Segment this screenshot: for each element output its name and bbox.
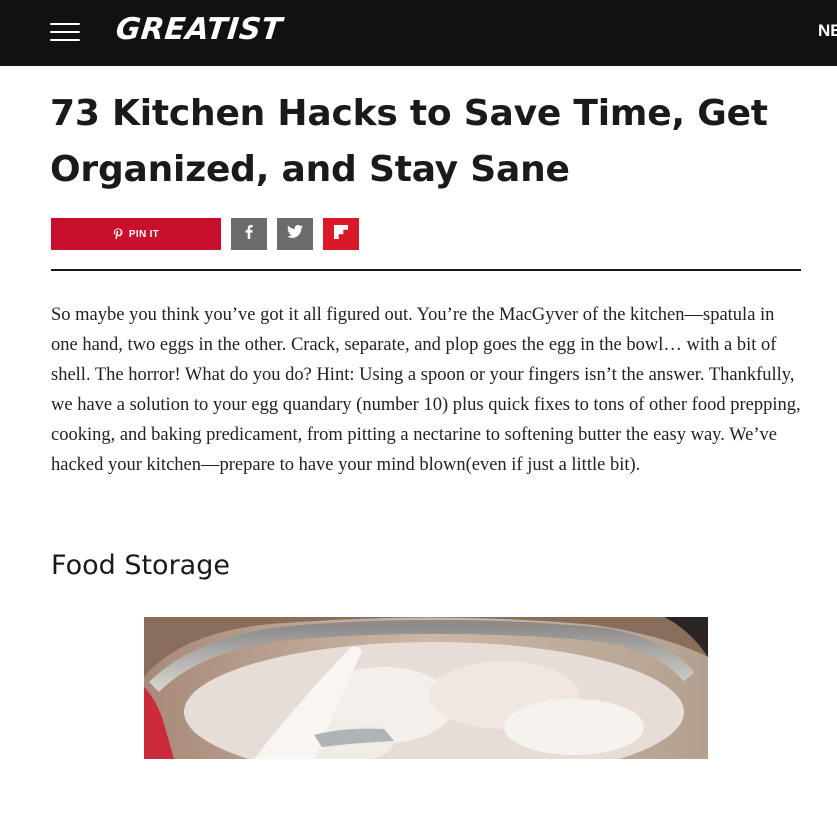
facebook-icon: [245, 224, 253, 244]
section-heading: Food Storage: [51, 550, 230, 581]
article-title: 73 Kitchen Hacks to Save Time, Get Organ…: [50, 93, 768, 190]
top-nav-bar: GREATIST NE: [0, 0, 837, 66]
hamburger-menu-icon[interactable]: [50, 20, 82, 44]
pin-it-label: PIN IT: [128, 228, 160, 240]
title-divider: [51, 269, 801, 271]
article-intro: So maybe you think you’ve got it all fig…: [51, 305, 801, 475]
facebook-share-button[interactable]: [231, 218, 267, 250]
flipboard-share-button[interactable]: [323, 218, 359, 250]
twitter-icon: [287, 225, 303, 243]
twitter-share-button[interactable]: [277, 218, 313, 250]
food-storage-image: [144, 617, 708, 759]
pinterest-icon: [113, 228, 123, 241]
site-logo[interactable]: GREATIST: [114, 12, 284, 47]
flipboard-icon: [334, 224, 348, 244]
pin-it-button[interactable]: PIN IT: [51, 218, 221, 250]
nav-item-partial[interactable]: NE: [818, 21, 837, 41]
